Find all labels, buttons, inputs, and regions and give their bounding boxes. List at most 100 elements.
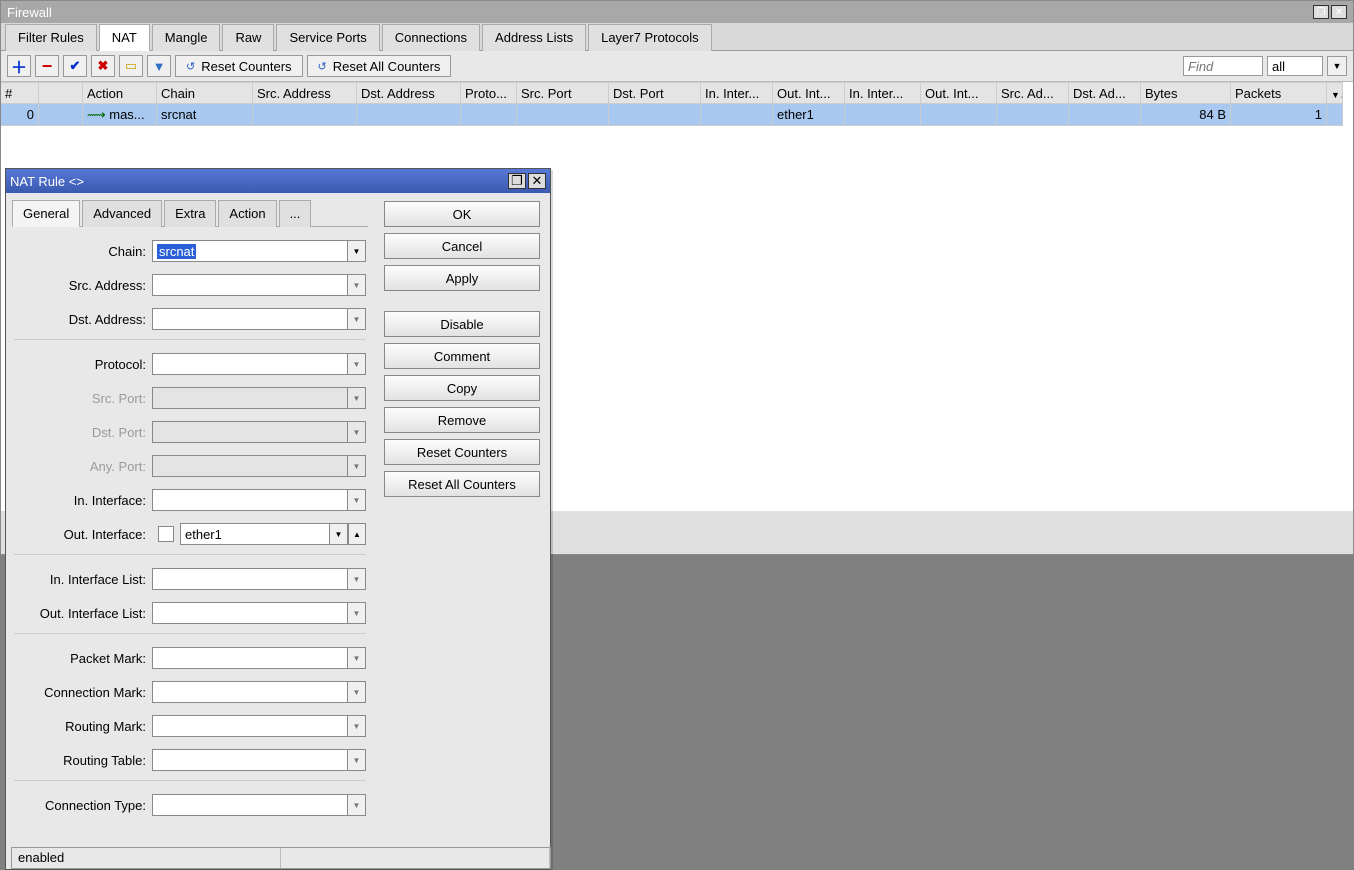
enable-button[interactable]: ✔ bbox=[63, 55, 87, 77]
cell-out-int[interactable]: ether1 bbox=[773, 104, 845, 126]
reset-all-counters-button[interactable]: Reset All Counters bbox=[384, 471, 540, 497]
out-if-dropdown[interactable] bbox=[330, 523, 348, 545]
main-close-button[interactable]: ✕ bbox=[1331, 5, 1347, 19]
dlg-tab-more[interactable]: ... bbox=[279, 200, 312, 227]
col-src-port[interactable]: Src. Port bbox=[517, 82, 609, 104]
ok-button[interactable]: OK bbox=[384, 201, 540, 227]
col-menu[interactable]: ▼ bbox=[1327, 82, 1343, 104]
routing-mark-field[interactable] bbox=[152, 715, 348, 737]
in-if-list-field[interactable] bbox=[152, 568, 348, 590]
col-chain[interactable]: Chain bbox=[157, 82, 253, 104]
conn-mark-expand[interactable] bbox=[348, 681, 366, 703]
tab-mangle[interactable]: Mangle bbox=[152, 24, 221, 51]
cell-packets[interactable]: 1 bbox=[1231, 104, 1327, 126]
cell-end[interactable] bbox=[1327, 104, 1343, 126]
reset-all-counters-button[interactable]: ↺ Reset All Counters bbox=[307, 55, 452, 77]
tab-raw[interactable]: Raw bbox=[222, 24, 274, 51]
cell-dst-addr-list[interactable] bbox=[1069, 104, 1141, 126]
tab-address-lists[interactable]: Address Lists bbox=[482, 24, 586, 51]
routing-mark-expand[interactable] bbox=[348, 715, 366, 737]
col-num[interactable]: # bbox=[1, 82, 39, 104]
out-if-collapse[interactable] bbox=[348, 523, 366, 545]
cell-in-int[interactable] bbox=[701, 104, 773, 126]
tab-service-ports[interactable]: Service Ports bbox=[276, 24, 379, 51]
reset-counters-button[interactable]: ↺ Reset Counters bbox=[175, 55, 303, 77]
col-packets[interactable]: Packets bbox=[1231, 82, 1327, 104]
cell-bytes[interactable]: 84 B bbox=[1141, 104, 1231, 126]
packet-mark-expand[interactable] bbox=[348, 647, 366, 669]
filter-dropdown-arrow[interactable]: ▼ bbox=[1327, 56, 1347, 76]
copy-button[interactable]: Copy bbox=[384, 375, 540, 401]
col-action[interactable]: Action bbox=[83, 82, 157, 104]
conn-type-expand[interactable] bbox=[348, 794, 366, 816]
remove-button[interactable]: − bbox=[35, 55, 59, 77]
dialog-close-button[interactable]: ✕ bbox=[528, 173, 546, 189]
cell-src-addr[interactable] bbox=[253, 104, 357, 126]
col-blank[interactable] bbox=[39, 82, 83, 104]
chain-dropdown[interactable] bbox=[348, 240, 366, 262]
cell-proto[interactable] bbox=[461, 104, 517, 126]
conn-mark-field[interactable] bbox=[152, 681, 348, 703]
in-if-list-expand[interactable] bbox=[348, 568, 366, 590]
in-if-expand[interactable] bbox=[348, 489, 366, 511]
remove-button[interactable]: Remove bbox=[384, 407, 540, 433]
out-if-list-expand[interactable] bbox=[348, 602, 366, 624]
src-addr-expand[interactable] bbox=[348, 274, 366, 296]
comment-button[interactable]: ▭ bbox=[119, 55, 143, 77]
out-if-field[interactable]: ether1 bbox=[180, 523, 330, 545]
cell-chain[interactable]: srcnat bbox=[157, 104, 253, 126]
filter-dropdown[interactable]: all bbox=[1267, 56, 1323, 76]
col-out-int-list[interactable]: Out. Int... bbox=[921, 82, 997, 104]
dlg-tab-extra[interactable]: Extra bbox=[164, 200, 216, 227]
cell-in-int-list[interactable] bbox=[845, 104, 921, 126]
in-if-field[interactable] bbox=[152, 489, 348, 511]
col-src-addr[interactable]: Src. Address bbox=[253, 82, 357, 104]
routing-table-expand[interactable] bbox=[348, 749, 366, 771]
conn-type-field[interactable] bbox=[152, 794, 348, 816]
col-dst-addr[interactable]: Dst. Address bbox=[357, 82, 461, 104]
cell-src-addr-list[interactable] bbox=[997, 104, 1069, 126]
cancel-button[interactable]: Cancel bbox=[384, 233, 540, 259]
dlg-tab-action[interactable]: Action bbox=[218, 200, 276, 227]
dialog-titlebar[interactable]: NAT Rule <> ❐ ✕ bbox=[6, 169, 550, 193]
tab-connections[interactable]: Connections bbox=[382, 24, 480, 51]
cell-out-int-list[interactable] bbox=[921, 104, 997, 126]
disable-button[interactable]: Disable bbox=[384, 311, 540, 337]
col-src-addr-list[interactable]: Src. Ad... bbox=[997, 82, 1069, 104]
col-in-int[interactable]: In. Inter... bbox=[701, 82, 773, 104]
packet-mark-field[interactable] bbox=[152, 647, 348, 669]
tab-nat[interactable]: NAT bbox=[99, 24, 150, 51]
out-if-not-checkbox[interactable] bbox=[158, 526, 174, 542]
chain-field[interactable]: srcnat bbox=[152, 240, 348, 262]
protocol-expand[interactable] bbox=[348, 353, 366, 375]
dlg-tab-general[interactable]: General bbox=[12, 200, 80, 227]
cell-src-port[interactable] bbox=[517, 104, 609, 126]
col-dst-port[interactable]: Dst. Port bbox=[609, 82, 701, 104]
tab-layer7[interactable]: Layer7 Protocols bbox=[588, 24, 712, 51]
dst-addr-expand[interactable] bbox=[348, 308, 366, 330]
cell-action[interactable]: ⟿ mas... bbox=[83, 104, 157, 126]
col-out-int[interactable]: Out. Int... bbox=[773, 82, 845, 104]
dst-addr-field[interactable] bbox=[152, 308, 348, 330]
protocol-field[interactable] bbox=[152, 353, 348, 375]
comment-button[interactable]: Comment bbox=[384, 343, 540, 369]
find-input[interactable] bbox=[1183, 56, 1263, 76]
cell-dst-addr[interactable] bbox=[357, 104, 461, 126]
main-restore-button[interactable]: ❐ bbox=[1313, 5, 1329, 19]
cell-dst-port[interactable] bbox=[609, 104, 701, 126]
routing-table-field[interactable] bbox=[152, 749, 348, 771]
reset-counters-button[interactable]: Reset Counters bbox=[384, 439, 540, 465]
col-dst-addr-list[interactable]: Dst. Ad... bbox=[1069, 82, 1141, 104]
dlg-tab-advanced[interactable]: Advanced bbox=[82, 200, 162, 227]
dialog-restore-button[interactable]: ❐ bbox=[508, 173, 526, 189]
col-in-int-list[interactable]: In. Inter... bbox=[845, 82, 921, 104]
disable-button[interactable]: ✖ bbox=[91, 55, 115, 77]
cell-num[interactable]: 0 bbox=[1, 104, 39, 126]
apply-button[interactable]: Apply bbox=[384, 265, 540, 291]
src-addr-field[interactable] bbox=[152, 274, 348, 296]
add-button[interactable]: ＋ bbox=[7, 55, 31, 77]
col-proto[interactable]: Proto... bbox=[461, 82, 517, 104]
tab-filter-rules[interactable]: Filter Rules bbox=[5, 24, 97, 51]
filter-button[interactable]: ▼ bbox=[147, 55, 171, 77]
out-if-list-field[interactable] bbox=[152, 602, 348, 624]
